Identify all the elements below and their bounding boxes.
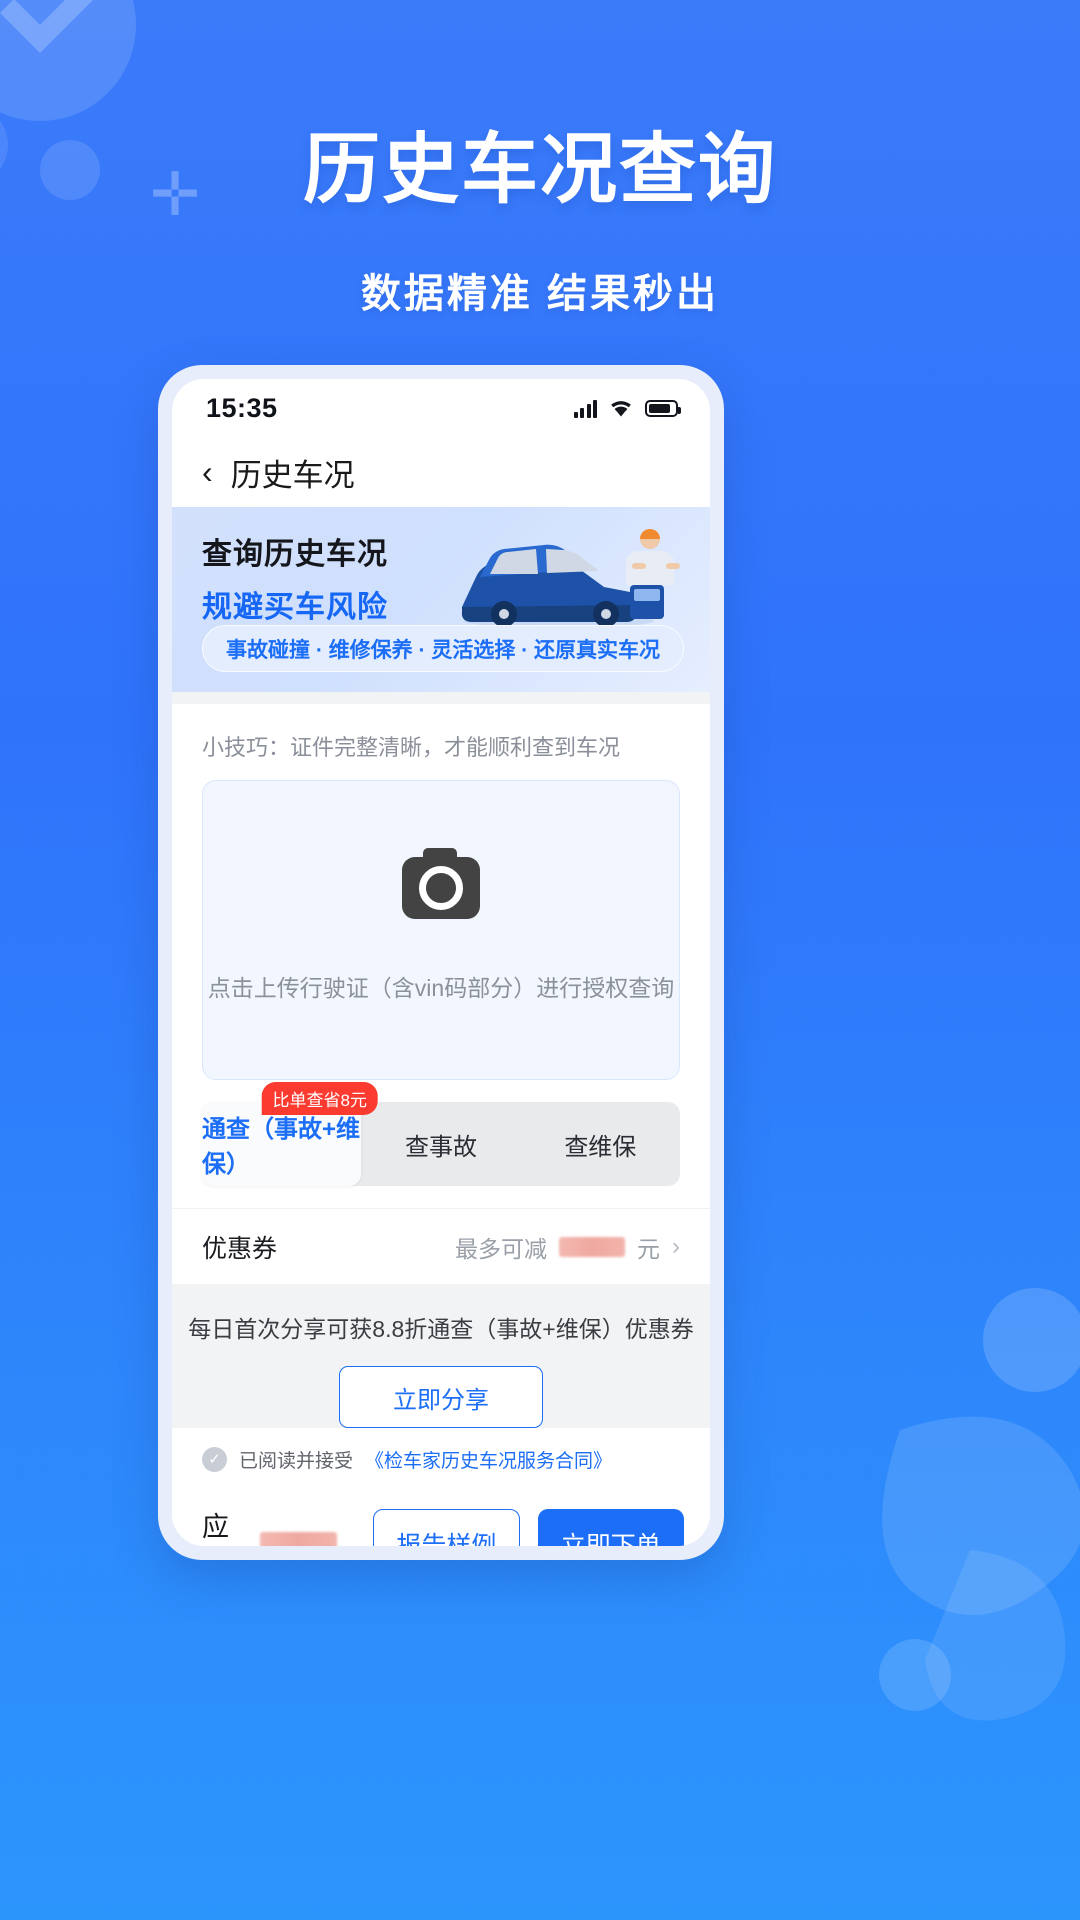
coupon-row[interactable]: 优惠券 最多可减 元 › [172,1208,710,1284]
share-now-button[interactable]: 立即分享 [339,1366,543,1428]
coupon-value-suffix: 元 [637,1235,660,1262]
upload-hint: 点击上传行驶证（含vin码部分）进行授权查询 [207,975,675,1001]
tab-combined-query[interactable]: 通查（事故+维保） 比单查省8元 [202,1082,379,1186]
status-clock: 15:35 [206,392,278,423]
payable-label: 应付 [202,1512,229,1542]
phone-screen: 15:35 ‹ 历史车况 查询历史车况 规避买车风险 事故碰撞 · 维修保养 ·… [172,379,710,1546]
upload-section: 小技巧：证件完整清晰，才能顺利查到车况 点击上传行驶证（含vin码部分）进行授权… [172,704,710,1102]
section-divider [172,692,710,704]
coupon-amount-masked [559,1236,625,1257]
status-icon-group [573,399,681,418]
share-promo-section: 每日首次分享可获8.8折通查（事故+维保）优惠券 立即分享 [172,1284,710,1428]
chevron-left-icon[interactable]: ‹ [202,456,213,488]
tab-accident-query[interactable]: 查事故 [361,1102,520,1186]
agreement-row: ✓ 已阅读并接受 《检车家历史车况服务合同》 [172,1428,710,1490]
car-inspection-illustration [461,529,680,628]
phone-mockup: 15:35 ‹ 历史车况 查询历史车况 规避买车风险 事故碰撞 · 维修保养 ·… [158,365,724,1560]
app-navbar: ‹ 历史车况 [172,437,710,507]
battery-icon [645,399,681,417]
tab-maintenance-query[interactable]: 查维保 [521,1102,680,1186]
place-order-button[interactable]: 立即下单 [537,1509,684,1546]
page-subtitle: 数据精准 结果秒出 [360,272,720,316]
upload-tip: 小技巧：证件完整清晰，才能顺利查到车况 [202,735,621,760]
signal-bars-icon [573,399,597,418]
checkout-footer: 应付 报告样例 立即下单 [172,1490,710,1546]
tab-label: 通查（事故+维保） [202,1116,361,1178]
coupon-label: 优惠券 [202,1234,278,1263]
hero-section: 历史车况查询 数据精准 结果秒出 [0,0,1080,319]
camera-icon [402,848,480,919]
tab-strip: 通查（事故+维保） 比单查省8元 查事故 查维保 [202,1082,680,1186]
wifi-icon [611,400,631,416]
payable-amount: 应付 [202,1505,338,1546]
coupon-value-prefix: 最多可减 [455,1235,547,1262]
share-promo-text: 每日首次分享可获8.8折通查（事故+维保）优惠券 [188,1316,694,1342]
upload-dropzone[interactable]: 点击上传行驶证（含vin码部分）进行授权查询 [202,780,680,1080]
banner-feature-pill: 事故碰撞 · 维修保养 · 灵活选择 · 还原真实车况 [202,625,684,672]
report-sample-button[interactable]: 报告样例 [373,1509,520,1546]
agreement-text: 已阅读并接受 [239,1450,354,1472]
agreement-link[interactable]: 《检车家历史车况服务合同》 [365,1446,612,1473]
chevron-right-icon: › [672,1232,680,1260]
status-bar: 15:35 [172,379,710,437]
payable-amount-masked [260,1532,338,1546]
check-circle-icon[interactable]: ✓ [202,1446,227,1472]
promo-banner: 查询历史车况 规避买车风险 事故碰撞 · 维修保养 · 灵活选择 · 还原真实车… [172,507,710,692]
query-type-tabs: 通查（事故+维保） 比单查省8元 查事故 查维保 [172,1082,710,1208]
tab-label: 查维保 [564,1133,637,1161]
tab-label: 查事故 [404,1133,477,1161]
coupon-value: 最多可减 元 › [455,1230,680,1264]
navbar-title: 历史车况 [230,457,355,493]
background-blob-bottom-right [879,1288,1080,1721]
page-title: 历史车况查询 [303,127,777,213]
